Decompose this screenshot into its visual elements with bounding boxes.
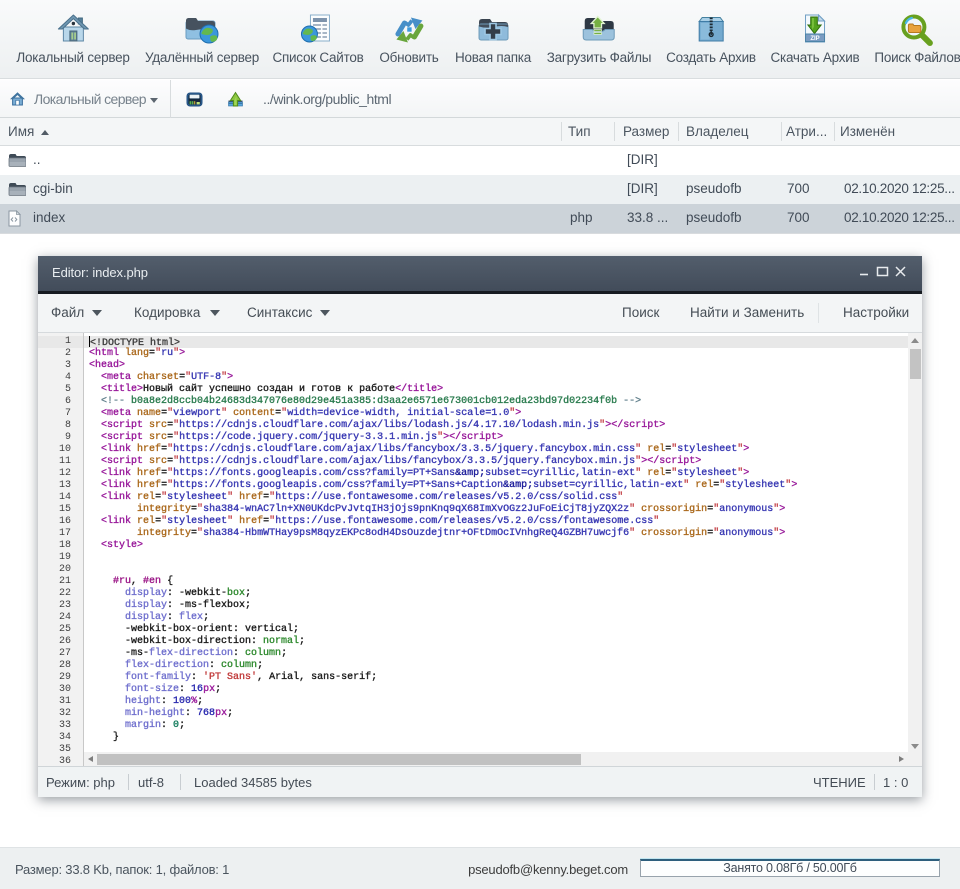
svg-text:ZIP: ZIP <box>811 36 820 42</box>
